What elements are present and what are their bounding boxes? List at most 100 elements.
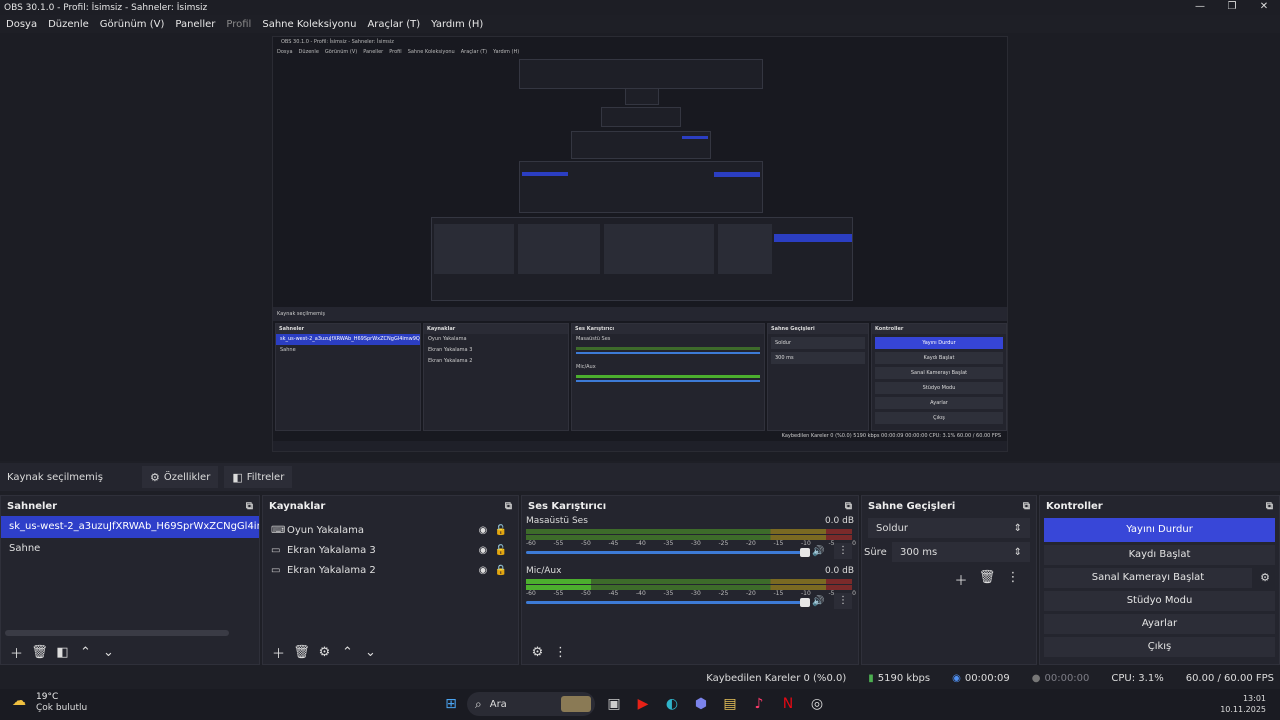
advanced-audio-icon[interactable]: ⚙: [526, 645, 549, 660]
search-icon: ⌕: [475, 696, 482, 711]
scenes-scrollbar[interactable]: [5, 630, 229, 636]
undock-icon[interactable]: ⧉: [1266, 501, 1273, 512]
volume-slider[interactable]: [526, 598, 810, 607]
weather-text: Çok bulutlu: [36, 703, 88, 713]
volume-slider[interactable]: [526, 548, 810, 557]
preview-canvas[interactable]: OBS 30.1.0 - Profil: İsimsiz - Sahneler:…: [0, 33, 1280, 461]
search-highlight-image: [561, 696, 591, 712]
menu-docks[interactable]: Paneller: [175, 19, 215, 30]
scale-tick: -25: [718, 590, 729, 597]
restore-icon[interactable]: ❐: [1216, 0, 1248, 15]
channel-db: 0.0 dB: [824, 566, 854, 576]
title-bar: OBS 30.1.0 - Profil: İsimsiz - Sahneler:…: [0, 0, 1280, 15]
scene-item[interactable]: sk_us-west-2_a3uzuJfXRWAb_H69SprWxZCNgGl…: [1, 516, 259, 538]
source-item[interactable]: ⌨ Oyun Yakalama ◉ 🔓: [263, 520, 518, 540]
mixer-channel: Masaüstü Ses 0.0 dB -60 -55 -50 -45 -40 -35 -3…: [522, 516, 858, 566]
weather-widget[interactable]: ☁ 19°C Çok bulutlu: [12, 692, 87, 714]
teams-icon[interactable]: ⬢: [688, 692, 714, 716]
unlock-icon[interactable]: 🔓: [492, 545, 510, 556]
lock-icon[interactable]: 🔒: [492, 565, 510, 576]
source-toolbar: Kaynak seçilmemiş ⚙ Özellikler ◧ Filtrel…: [0, 463, 1280, 491]
transition-menu-icon[interactable]: ⋮: [1000, 570, 1026, 589]
audio-mixer-dock: Ses Karıştırıcı ⧉ Masaüstü Ses 0.0 dB -6…: [521, 495, 859, 665]
gear-icon: ⚙: [150, 470, 160, 484]
scale-tick: 0: [852, 590, 856, 597]
move-down-icon[interactable]: ⌄: [359, 645, 382, 660]
speaker-icon[interactable]: 🔊: [812, 546, 824, 557]
studio-mode-button[interactable]: Stüdyo Modu: [1044, 591, 1275, 611]
windows-start-icon[interactable]: ⊞: [438, 692, 464, 716]
add-source-icon[interactable]: ＋: [267, 643, 290, 662]
eye-icon[interactable]: ◉: [474, 565, 492, 576]
remove-scene-icon[interactable]: 🗑: [28, 645, 51, 660]
taskbar-search[interactable]: ⌕ Ara: [467, 692, 595, 716]
undock-icon[interactable]: ⧉: [246, 501, 253, 512]
more-options-icon[interactable]: ⋮: [834, 593, 852, 609]
menu-help[interactable]: Yardım (H): [431, 19, 483, 30]
obs-icon[interactable]: ◎: [804, 692, 830, 716]
clock[interactable]: 13:01 10.11.2025: [1220, 693, 1266, 715]
eye-icon[interactable]: ◉: [474, 545, 492, 556]
add-scene-icon[interactable]: ＋: [5, 643, 28, 662]
stop-stream-button[interactable]: Yayını Durdur: [1044, 518, 1275, 542]
source-properties-icon[interactable]: ⚙: [313, 645, 336, 660]
scale-tick: -30: [691, 540, 701, 547]
menu-tools[interactable]: Araçlar (T): [367, 19, 420, 30]
edge-icon[interactable]: ◐: [659, 692, 685, 716]
source-item[interactable]: ▭ Ekran Yakalama 2 ◉ 🔒: [263, 560, 518, 580]
source-item[interactable]: ▭ Ekran Yakalama 3 ◉ 🔓: [263, 540, 518, 560]
scene-item[interactable]: Sahne: [1, 538, 259, 560]
nested-frame-2: [519, 161, 763, 213]
sources-dock: Kaynaklar ⧉ ⌨ Oyun Yakalama ◉ 🔓 ▭ Ekran …: [262, 495, 519, 665]
close-icon[interactable]: ✕: [1248, 0, 1280, 15]
scenes-dock: Sahneler ⧉ sk_us-west-2_a3uzuJfXRWAb_H69…: [0, 495, 260, 665]
volume-knob[interactable]: [800, 598, 810, 607]
undock-icon[interactable]: ⧉: [845, 501, 852, 512]
move-up-icon[interactable]: ⌃: [336, 645, 359, 660]
more-options-icon[interactable]: ⋮: [834, 543, 852, 559]
eye-icon[interactable]: ◉: [474, 525, 492, 536]
unlock-icon[interactable]: 🔓: [492, 525, 510, 536]
menu-view[interactable]: Görünüm (V): [100, 19, 165, 30]
mixer-menu-icon[interactable]: ⋮: [549, 645, 572, 660]
captured-docks: Sahneler sk_us-west-2_a3uzuJfXRWAb_H69Sp…: [273, 323, 1007, 431]
menu-file[interactable]: Dosya: [6, 19, 37, 30]
filters-button[interactable]: ◧ Filtreler: [224, 466, 293, 488]
tiktok-icon[interactable]: ♪: [746, 692, 772, 716]
nested-frame-5: [625, 87, 659, 105]
remove-transition-icon[interactable]: 🗑: [974, 570, 1000, 589]
chevron-updown-icon: ⇕: [1013, 546, 1022, 558]
task-view-icon[interactable]: ▣: [601, 692, 627, 716]
properties-button[interactable]: ⚙ Özellikler: [142, 466, 219, 488]
minimize-icon[interactable]: —: [1184, 0, 1216, 15]
move-down-icon[interactable]: ⌄: [97, 645, 120, 660]
scene-transitions-dock: Sahne Geçişleri ⧉ Soldur ⇕ Süre 300 ms ⇕…: [861, 495, 1037, 665]
duration-spinbox[interactable]: 300 ms ⇕: [892, 542, 1030, 562]
add-transition-icon[interactable]: ＋: [948, 570, 974, 589]
youtube-icon[interactable]: ▶: [630, 692, 656, 716]
move-up-icon[interactable]: ⌃: [74, 645, 97, 660]
scene-filters-icon[interactable]: ◧: [51, 645, 74, 660]
store-icon[interactable]: ▤: [717, 692, 743, 716]
menu-edit[interactable]: Düzenle: [48, 19, 89, 30]
scale-tick: -45: [608, 540, 619, 547]
volume-knob[interactable]: [800, 548, 810, 557]
virtual-camera-button[interactable]: Sanal Kamerayı Başlat: [1044, 568, 1252, 588]
stream-time: ◉ 00:00:09: [952, 672, 1010, 684]
netflix-icon[interactable]: N: [775, 692, 801, 716]
settings-button[interactable]: Ayarlar: [1044, 614, 1275, 634]
nested-frame-6: [519, 59, 763, 89]
speaker-icon[interactable]: 🔊: [812, 596, 824, 607]
duration-label: Süre: [864, 546, 887, 558]
remove-source-icon[interactable]: 🗑: [290, 645, 313, 660]
meter-scale: -60 -55 -50 -45 -40 -35 -30 -25 -20 -15 -10 -5 0: [526, 540, 856, 547]
undock-icon[interactable]: ⧉: [505, 501, 512, 512]
menu-profile[interactable]: Profil: [226, 19, 251, 30]
menu-scene-collection[interactable]: Sahne Koleksiyonu: [262, 19, 356, 30]
scale-tick: -10: [801, 540, 811, 547]
start-record-button[interactable]: Kaydı Başlat: [1044, 545, 1275, 565]
gear-icon[interactable]: ⚙: [1255, 568, 1275, 588]
transition-select[interactable]: Soldur ⇕: [868, 518, 1030, 538]
undock-icon[interactable]: ⧉: [1023, 501, 1030, 512]
exit-button[interactable]: Çıkış: [1044, 637, 1275, 657]
